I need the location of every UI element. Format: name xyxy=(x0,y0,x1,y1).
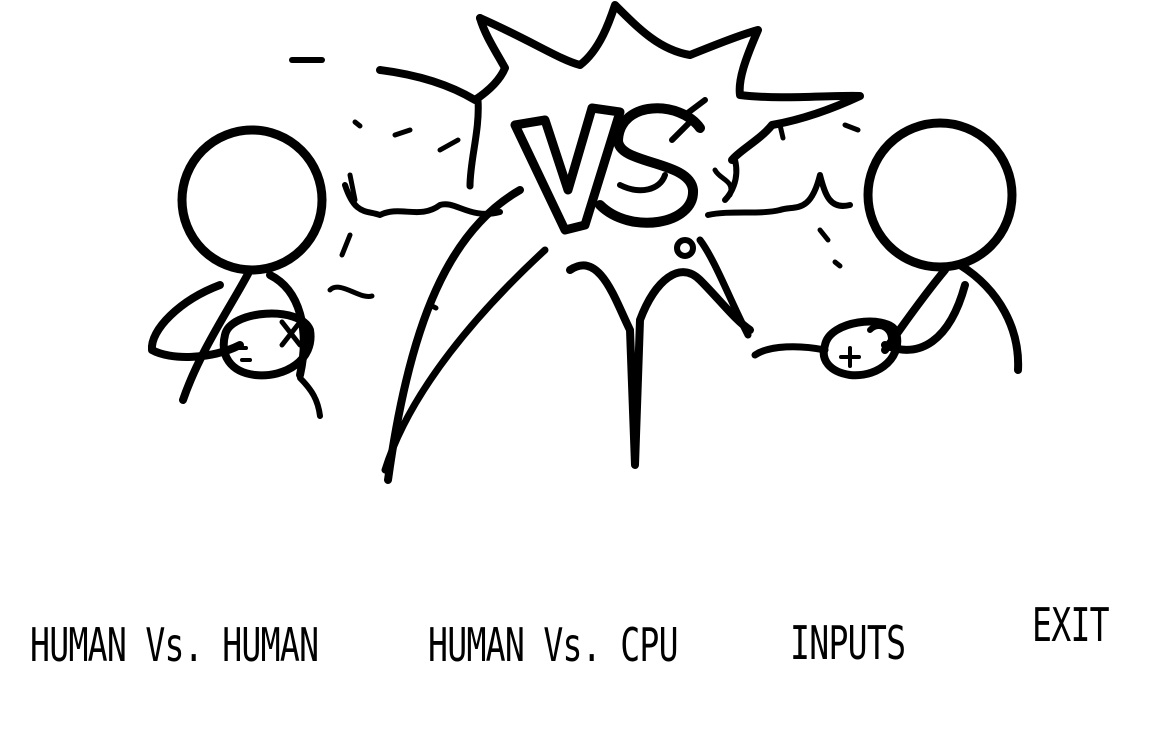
left-player-figure xyxy=(147,125,327,419)
menu-item-human-vs-cpu[interactable]: HUMAN Vs. CPU xyxy=(428,622,679,668)
menu-item-inputs[interactable]: INPUTS xyxy=(790,620,906,666)
menu-item-exit[interactable]: EXIT xyxy=(1032,602,1110,648)
vs-letters xyxy=(510,97,708,235)
right-player-figure xyxy=(751,118,1023,380)
stick-figure-fight-drawing xyxy=(147,1,1023,484)
main-menu: HUMAN Vs. HUMAN HUMAN Vs. CPU INPUTS EXI… xyxy=(0,580,1165,700)
vs-burst xyxy=(376,1,864,484)
title-artwork xyxy=(0,0,1165,500)
menu-item-human-vs-human[interactable]: HUMAN Vs. HUMAN xyxy=(30,622,319,668)
